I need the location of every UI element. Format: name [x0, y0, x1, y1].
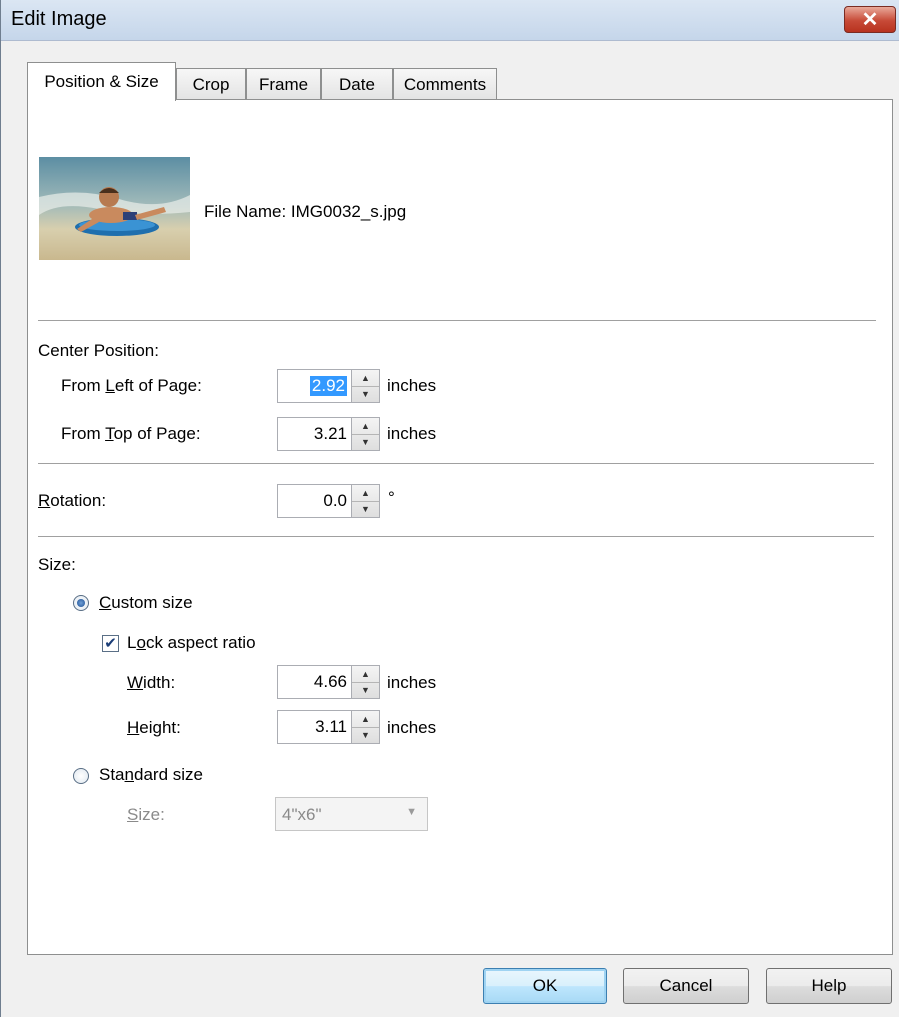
standard-size-field-label: Size:	[127, 805, 165, 824]
triangle-up-icon[interactable]: ▲	[352, 418, 379, 435]
spinner-arrows: ▲ ▼	[351, 370, 379, 402]
help-button[interactable]: Help	[766, 968, 892, 1004]
tab-frame[interactable]: Frame	[246, 68, 321, 100]
separator	[38, 463, 874, 465]
triangle-down-icon[interactable]: ▼	[352, 727, 379, 743]
height-value[interactable]: 3.11	[315, 717, 347, 737]
from-left-spinner[interactable]: 2.92 ▲ ▼	[277, 369, 380, 403]
image-thumbnail	[39, 157, 190, 260]
tab-crop[interactable]: Crop	[176, 68, 246, 100]
from-left-unit: inches	[387, 376, 437, 395]
tab-label: Comments	[403, 74, 487, 94]
ok-button[interactable]: OK	[483, 968, 607, 1004]
window-title: Edit Image	[11, 8, 107, 30]
standard-size-dropdown[interactable]: 4"x6" ▼	[275, 797, 428, 831]
from-top-value[interactable]: 3.21	[314, 424, 347, 444]
checkmark-icon: ✔	[104, 635, 117, 652]
rotation-value[interactable]: 0.0	[323, 491, 347, 511]
spinner-arrows: ▲ ▼	[351, 666, 379, 698]
size-heading: Size:	[38, 555, 76, 574]
triangle-down-icon[interactable]: ▼	[352, 501, 379, 517]
width-label: Width:	[127, 673, 176, 692]
tab-label: Frame	[258, 74, 309, 94]
standard-size-radio[interactable]	[73, 768, 89, 784]
standard-size-label[interactable]: Standard size	[99, 765, 203, 785]
from-top-unit: inches	[387, 424, 437, 443]
file-name: File Name: IMG0032_s.jpg	[204, 202, 406, 222]
title-bar: Edit Image ✕	[1, 0, 899, 41]
tab-comments[interactable]: Comments	[393, 68, 497, 100]
width-unit: inches	[387, 673, 437, 692]
spinner-arrows: ▲ ▼	[351, 711, 379, 743]
from-top-label: From Top of Page:	[61, 424, 201, 443]
from-top-spinner[interactable]: 3.21 ▲ ▼	[277, 417, 380, 451]
spinner-arrows: ▲ ▼	[351, 485, 379, 517]
file-name-value: IMG0032_s.jpg	[290, 202, 407, 221]
triangle-down-icon[interactable]: ▼	[352, 434, 379, 450]
rotation-unit: °	[388, 488, 395, 507]
height-spinner[interactable]: 3.11 ▲ ▼	[277, 710, 380, 744]
spinner-arrows: ▲ ▼	[351, 418, 379, 450]
from-left-label: From Left of Page:	[61, 376, 202, 395]
lock-aspect-label[interactable]: Lock aspect ratio	[127, 633, 256, 653]
edit-image-dialog: Edit Image ✕ Position & Size Crop Frame …	[0, 0, 899, 1017]
tab-label: Crop	[192, 74, 230, 94]
center-position-heading: Center Position:	[38, 341, 159, 360]
rotation-spinner[interactable]: 0.0 ▲ ▼	[277, 484, 380, 518]
triangle-down-icon[interactable]: ▼	[352, 682, 379, 698]
file-name-label: File Name:	[204, 202, 287, 221]
custom-size-label[interactable]: Custom size	[99, 593, 193, 613]
cancel-button[interactable]: Cancel	[623, 968, 749, 1004]
close-icon: ✕	[861, 9, 879, 31]
custom-size-radio[interactable]	[73, 595, 89, 611]
triangle-up-icon[interactable]: ▲	[352, 666, 379, 683]
triangle-up-icon[interactable]: ▲	[352, 370, 379, 387]
tab-label: Position & Size	[44, 72, 159, 91]
height-label: Height:	[127, 718, 181, 737]
tab-position-size[interactable]: Position & Size	[27, 62, 176, 101]
tab-date[interactable]: Date	[321, 68, 393, 100]
tab-label: Date	[339, 74, 375, 94]
width-spinner[interactable]: 4.66 ▲ ▼	[277, 665, 380, 699]
standard-size-value: 4"x6"	[282, 805, 322, 824]
height-unit: inches	[387, 718, 437, 737]
triangle-up-icon[interactable]: ▲	[352, 711, 379, 728]
triangle-down-icon[interactable]: ▼	[352, 386, 379, 402]
triangle-up-icon[interactable]: ▲	[352, 485, 379, 502]
from-left-value[interactable]: 2.92	[309, 376, 347, 396]
close-button[interactable]: ✕	[844, 6, 896, 33]
lock-aspect-checkbox[interactable]: ✔	[102, 635, 119, 652]
width-value[interactable]: 4.66	[314, 672, 347, 692]
rotation-label: Rotation:	[38, 491, 107, 510]
separator	[38, 320, 876, 322]
chevron-down-icon: ▼	[406, 806, 417, 818]
separator	[38, 536, 874, 538]
